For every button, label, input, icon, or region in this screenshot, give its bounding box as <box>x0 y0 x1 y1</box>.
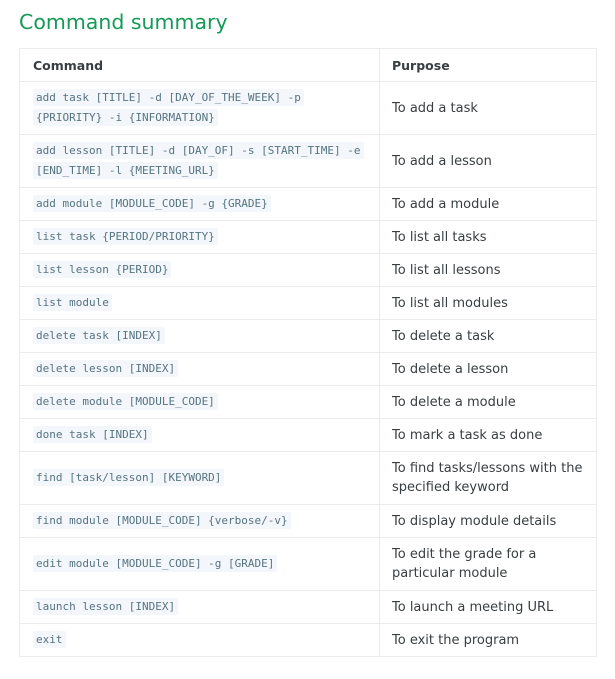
purpose-cell: To delete a module <box>379 385 597 419</box>
purpose-cell: To mark a task as done <box>379 418 597 452</box>
command-cell: list task {PERIOD/PRIORITY} <box>19 220 380 254</box>
table-row: launch lesson [INDEX] To launch a meetin… <box>19 590 597 624</box>
command-cell: add lesson [TITLE] -d [DAY_OF] -s [START… <box>19 134 380 188</box>
command-code: list task {PERIOD/PRIORITY} <box>33 228 218 245</box>
command-code: list module <box>33 294 112 311</box>
command-cell: add task [TITLE] -d [DAY_OF_THE_WEEK] -p… <box>19 81 380 135</box>
purpose-cell: To delete a lesson <box>379 352 597 386</box>
purpose-cell: To display module details <box>379 504 597 538</box>
command-cell: delete lesson [INDEX] <box>19 352 380 386</box>
table-row: find [task/lesson] [KEYWORD] To find tas… <box>19 451 597 505</box>
table-row: list task {PERIOD/PRIORITY} To list all … <box>19 220 597 254</box>
purpose-cell: To add a task <box>379 81 597 135</box>
table-row: delete lesson [INDEX] To delete a lesson <box>19 352 597 386</box>
purpose-cell: To list all tasks <box>379 220 597 254</box>
command-code: delete lesson [INDEX] <box>33 360 179 377</box>
table-row: done task [INDEX] To mark a task as done <box>19 418 597 452</box>
table-row: exit To exit the program <box>19 623 597 657</box>
command-cell: list module <box>19 286 380 320</box>
command-code: list lesson {PERIOD} <box>33 261 172 278</box>
command-code: exit <box>33 631 66 648</box>
table-header-row: Command Purpose <box>19 48 597 82</box>
command-cell: find module [MODULE_CODE] {verbose/-v} <box>19 504 380 538</box>
command-cell: delete module [MODULE_CODE] <box>19 385 380 419</box>
purpose-cell: To list all modules <box>379 286 597 320</box>
command-cell: delete task [INDEX] <box>19 319 380 353</box>
command-cell: list lesson {PERIOD} <box>19 253 380 287</box>
command-cell: add module [MODULE_CODE] -g {GRADE} <box>19 187 380 221</box>
purpose-cell: To edit the grade for a particular modul… <box>379 537 597 591</box>
command-code: done task [INDEX] <box>33 426 152 443</box>
table-row: add task [TITLE] -d [DAY_OF_THE_WEEK] -p… <box>19 81 597 135</box>
command-code: delete module [MODULE_CODE] <box>33 393 218 410</box>
purpose-cell: To list all lessons <box>379 253 597 287</box>
command-cell: exit <box>19 623 380 657</box>
table-row: add module [MODULE_CODE] -g {GRADE} To a… <box>19 187 597 221</box>
command-summary-table: Command Purpose add task [TITLE] -d [DAY… <box>19 48 597 657</box>
page: Command summary Command Purpose add task… <box>0 0 615 679</box>
table-row: delete module [MODULE_CODE] To delete a … <box>19 385 597 419</box>
command-code: add lesson [TITLE] -d [DAY_OF] -s [START… <box>33 142 364 179</box>
command-code: delete task [INDEX] <box>33 327 165 344</box>
column-header-purpose: Purpose <box>379 48 597 82</box>
table-row: add lesson [TITLE] -d [DAY_OF] -s [START… <box>19 134 597 188</box>
table-row: find module [MODULE_CODE] {verbose/-v} T… <box>19 504 597 538</box>
column-header-command: Command <box>19 48 380 82</box>
purpose-cell: To delete a task <box>379 319 597 353</box>
table-row: list lesson {PERIOD} To list all lessons <box>19 253 597 287</box>
purpose-cell: To find tasks/lessons with the specified… <box>379 451 597 505</box>
purpose-cell: To add a module <box>379 187 597 221</box>
command-cell: find [task/lesson] [KEYWORD] <box>19 451 380 505</box>
page-title: Command summary <box>19 10 228 34</box>
command-code: find module [MODULE_CODE] {verbose/-v} <box>33 512 291 529</box>
command-code: add task [TITLE] -d [DAY_OF_THE_WEEK] -p… <box>33 89 304 126</box>
command-cell: launch lesson [INDEX] <box>19 590 380 624</box>
command-code: add module [MODULE_CODE] -g {GRADE} <box>33 195 271 212</box>
command-code: find [task/lesson] [KEYWORD] <box>33 469 225 486</box>
command-code: edit module [MODULE_CODE] -g [GRADE] <box>33 555 278 572</box>
command-code: launch lesson [INDEX] <box>33 598 179 615</box>
purpose-cell: To launch a meeting URL <box>379 590 597 624</box>
purpose-cell: To exit the program <box>379 623 597 657</box>
table-row: delete task [INDEX] To delete a task <box>19 319 597 353</box>
table-row: edit module [MODULE_CODE] -g [GRADE] To … <box>19 537 597 591</box>
purpose-cell: To add a lesson <box>379 134 597 188</box>
command-cell: edit module [MODULE_CODE] -g [GRADE] <box>19 537 380 591</box>
command-cell: done task [INDEX] <box>19 418 380 452</box>
table-row: list module To list all modules <box>19 286 597 320</box>
